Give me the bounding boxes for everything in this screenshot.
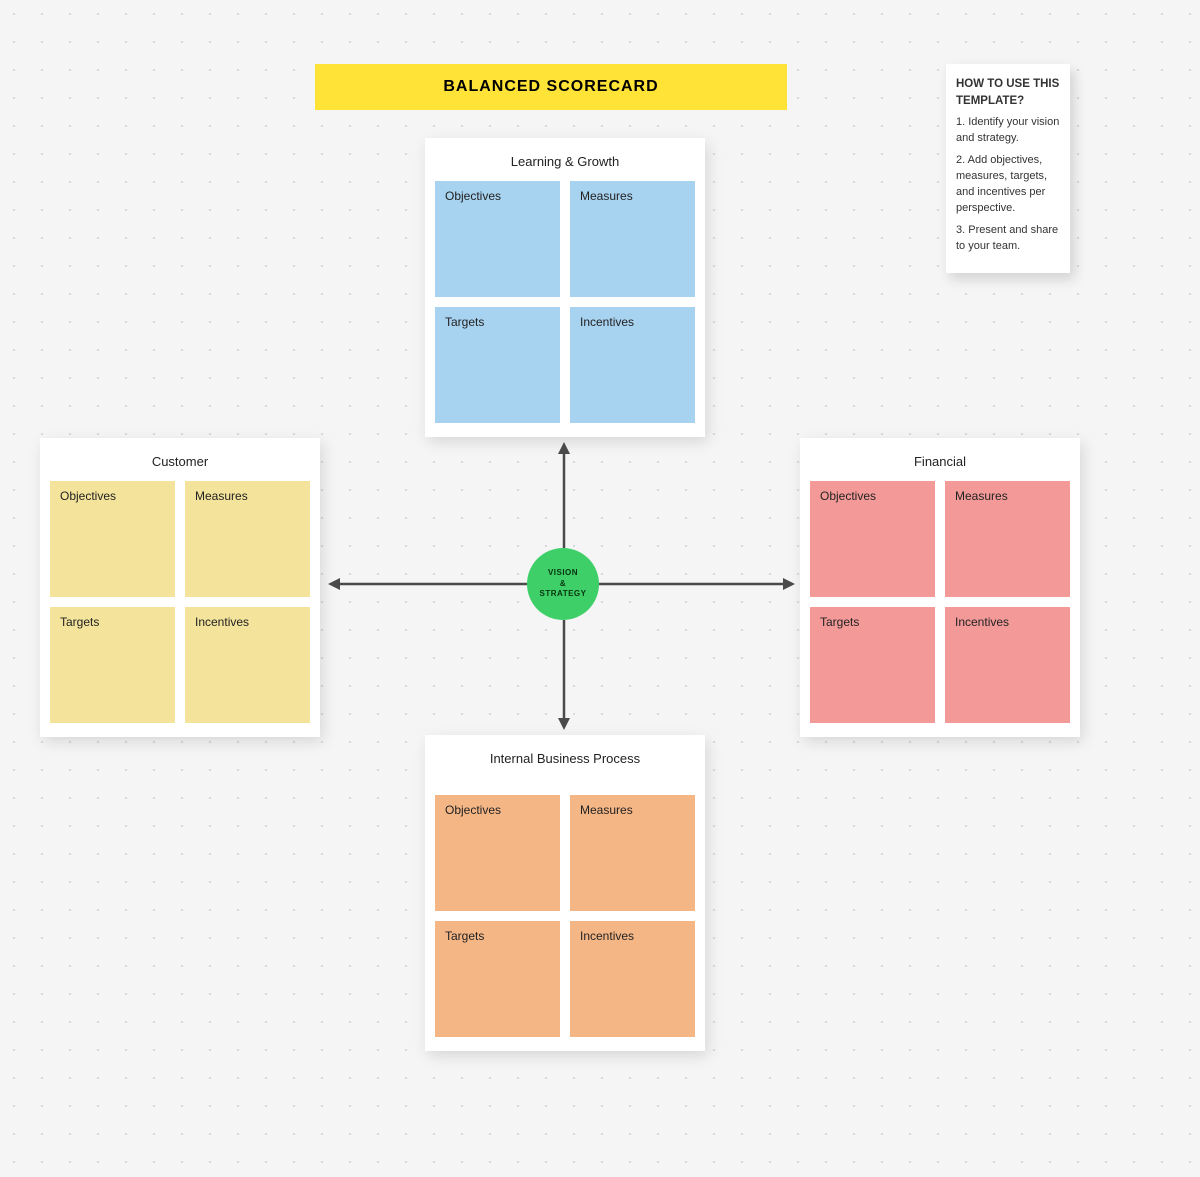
- panel-title: Customer: [50, 454, 310, 471]
- help-step-3: 3. Present and share to your team.: [956, 223, 1060, 255]
- cell-targets[interactable]: Targets: [435, 307, 560, 423]
- cell-objectives[interactable]: Objectives: [435, 181, 560, 297]
- arrow-down: [558, 620, 570, 730]
- panel-grid: Objectives Measures Targets Incentives: [810, 481, 1070, 723]
- panel-grid: Objectives Measures Targets Incentives: [50, 481, 310, 723]
- cell-measures[interactable]: Measures: [945, 481, 1070, 597]
- panel-customer[interactable]: Customer Objectives Measures Targets Inc…: [40, 438, 320, 737]
- cell-objectives[interactable]: Objectives: [810, 481, 935, 597]
- cell-targets[interactable]: Targets: [435, 921, 560, 1037]
- title-text: BALANCED SCORECARD: [443, 78, 658, 96]
- panel-title: Internal Business Process: [435, 751, 695, 785]
- cell-measures[interactable]: Measures: [185, 481, 310, 597]
- panel-title: Financial: [810, 454, 1070, 471]
- center-vision-strategy[interactable]: VISION & STRATEGY: [527, 548, 599, 620]
- cell-incentives[interactable]: Incentives: [570, 921, 695, 1037]
- panel-financial[interactable]: Financial Objectives Measures Targets In…: [800, 438, 1080, 737]
- cell-targets[interactable]: Targets: [810, 607, 935, 723]
- arrow-up: [558, 442, 570, 548]
- title-bar: BALANCED SCORECARD: [315, 64, 787, 110]
- help-step-1: 1. Identify your vision and strategy.: [956, 115, 1060, 147]
- panel-learning-growth[interactable]: Learning & Growth Objectives Measures Ta…: [425, 138, 705, 437]
- cell-incentives[interactable]: Incentives: [945, 607, 1070, 723]
- cell-targets[interactable]: Targets: [50, 607, 175, 723]
- cell-objectives[interactable]: Objectives: [435, 795, 560, 911]
- arrow-right: [598, 578, 795, 590]
- panel-grid: Objectives Measures Targets Incentives: [435, 795, 695, 1037]
- arrow-left: [328, 578, 528, 590]
- panel-internal-business-process[interactable]: Internal Business Process Objectives Mea…: [425, 735, 705, 1051]
- center-label: VISION & STRATEGY: [540, 568, 587, 600]
- cell-measures[interactable]: Measures: [570, 795, 695, 911]
- panel-grid: Objectives Measures Targets Incentives: [435, 181, 695, 423]
- cell-incentives[interactable]: Incentives: [185, 607, 310, 723]
- cell-measures[interactable]: Measures: [570, 181, 695, 297]
- help-step-2: 2. Add objectives, measures, targets, an…: [956, 153, 1060, 217]
- cell-incentives[interactable]: Incentives: [570, 307, 695, 423]
- cell-objectives[interactable]: Objectives: [50, 481, 175, 597]
- help-title: HOW TO USE THIS TEMPLATE?: [956, 76, 1060, 109]
- help-card[interactable]: HOW TO USE THIS TEMPLATE? 1. Identify yo…: [946, 64, 1070, 273]
- panel-title: Learning & Growth: [435, 154, 695, 171]
